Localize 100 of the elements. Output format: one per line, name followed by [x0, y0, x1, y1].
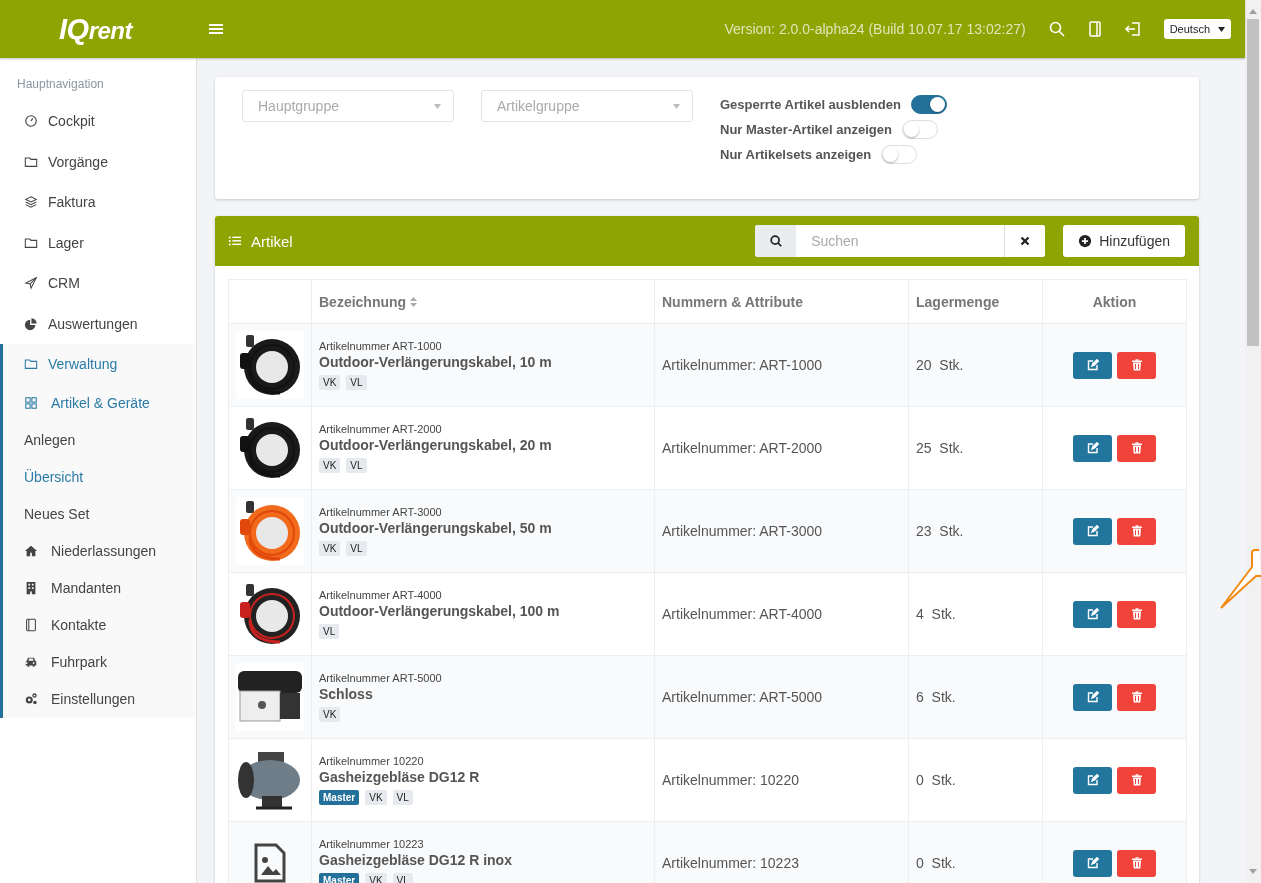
- add-button[interactable]: Hinzufügen: [1063, 225, 1185, 257]
- nav-item[interactable]: Auswertungen: [0, 303, 196, 344]
- nav-item[interactable]: Übersicht: [3, 458, 196, 496]
- edit-button[interactable]: [1073, 351, 1112, 379]
- delete-button[interactable]: [1117, 434, 1156, 462]
- paper-plane-icon: [24, 276, 38, 291]
- edit-icon: [1086, 442, 1099, 454]
- trash-icon: [1130, 691, 1143, 703]
- logout-icon[interactable]: [1123, 20, 1142, 38]
- table-cell: Artikelnummer: 10220: [662, 772, 799, 788]
- toggle-label: Nur Master-Artikel anzeigen: [720, 122, 892, 137]
- trash-icon: [1130, 774, 1143, 786]
- toggle-switch[interactable]: [910, 95, 947, 114]
- article-number: Artikelnummer ART-2000: [319, 423, 443, 435]
- tag: VK: [319, 541, 341, 556]
- article-number: Artikelnummer 10220: [319, 755, 425, 767]
- tag: VK: [319, 707, 341, 722]
- article-number: Artikelnummer 10223: [319, 838, 425, 850]
- folder-icon: [24, 357, 38, 372]
- table-cell: Artikelnummer: ART-5000: [662, 689, 823, 705]
- article-name: Outdoor-Verlängerungskabel, 10 m: [319, 354, 553, 370]
- nav-item[interactable]: Artikel & Geräte: [3, 384, 196, 422]
- nav-item[interactable]: Einstellungen: [3, 680, 196, 718]
- table-cell: 20 Stk.: [916, 357, 964, 373]
- gauge-icon: [24, 114, 38, 129]
- article-name: Outdoor-Verlängerungskabel, 100 m: [319, 603, 561, 619]
- article-name: Schloss: [319, 686, 374, 702]
- tag: VL: [346, 541, 367, 556]
- search-field[interactable]: Suchen: [755, 225, 1046, 257]
- nav-item[interactable]: Vorgänge: [0, 141, 196, 182]
- tag: VL: [346, 375, 367, 390]
- caret-icon: [673, 103, 680, 109]
- building-icon: [24, 581, 38, 595]
- table-cell: Artikelnummer: ART-1000: [662, 357, 823, 373]
- table-cell: 25 Stk.: [916, 440, 964, 456]
- edit-icon: [1086, 691, 1099, 703]
- menu-icon[interactable]: [209, 22, 223, 36]
- table-cell: Artikelnummer: ART-2000: [662, 440, 823, 456]
- nav-item[interactable]: Neues Set: [3, 495, 196, 533]
- nav-item[interactable]: Lager: [0, 222, 196, 263]
- table-cell: Artikelnummer: ART-4000: [662, 606, 823, 622]
- nav-item[interactable]: Mandanten: [3, 569, 196, 607]
- delete-button[interactable]: [1117, 849, 1156, 877]
- edit-button[interactable]: [1073, 766, 1112, 794]
- edit-button[interactable]: [1073, 600, 1112, 628]
- article-name: Outdoor-Verlängerungskabel, 50 m: [319, 520, 553, 536]
- tag: VK: [319, 375, 341, 390]
- tag: VK: [319, 458, 341, 473]
- nav-item[interactable]: Cockpit: [0, 101, 196, 142]
- search-button[interactable]: [755, 225, 797, 257]
- toggle-label: Gesperrte Artikel ausblenden: [720, 97, 901, 112]
- article-number: Artikelnummer ART-3000: [319, 506, 443, 518]
- article-number: Artikelnummer ART-1000: [319, 340, 443, 352]
- table-cell: 6 Stk.: [916, 689, 956, 705]
- edit-icon: [1086, 857, 1099, 869]
- nav-item[interactable]: Anlegen: [3, 421, 196, 459]
- pie-chart-icon: [24, 316, 38, 331]
- tag: Master: [319, 790, 360, 805]
- nav-item[interactable]: Verwaltung: [3, 344, 196, 385]
- edit-button[interactable]: [1073, 434, 1112, 462]
- logo: IQrent: [59, 16, 132, 44]
- grid-icon: [24, 396, 38, 410]
- column-header[interactable]: Bezeichnung: [319, 293, 418, 310]
- delete-button[interactable]: [1117, 600, 1156, 628]
- sort-icon: [410, 296, 418, 307]
- article-name: Outdoor-Verlängerungskabel, 20 m: [319, 437, 553, 453]
- list-icon: [228, 234, 242, 248]
- scrollbar[interactable]: [1245, 0, 1261, 883]
- table-cell: 0 Stk.: [916, 855, 956, 871]
- toggle-label: Nur Artikelsets anzeigen: [720, 147, 872, 162]
- trash-icon: [1130, 442, 1143, 454]
- edit-button[interactable]: [1073, 683, 1112, 711]
- article-name: Gasheizgebläse DG12 R: [319, 769, 481, 785]
- tag: VL: [346, 458, 367, 473]
- nav-item[interactable]: Fuhrpark: [3, 643, 196, 681]
- caret-icon: [434, 103, 441, 109]
- nav-item[interactable]: Niederlassungen: [3, 532, 196, 570]
- plus-circle-icon: [1078, 234, 1093, 248]
- nav-item[interactable]: Kontakte: [3, 606, 196, 644]
- table-cell: 4 Stk.: [916, 606, 956, 622]
- nav-item[interactable]: Faktura: [0, 182, 196, 223]
- edit-button[interactable]: [1073, 849, 1112, 877]
- delete-button[interactable]: [1117, 683, 1156, 711]
- edit-icon: [1086, 774, 1099, 786]
- language-select[interactable]: Deutsch: [1163, 19, 1231, 39]
- layers-icon: [24, 195, 38, 210]
- trash-icon: [1130, 359, 1143, 371]
- delete-button[interactable]: [1117, 351, 1156, 379]
- column-header: Lagermenge: [916, 293, 1000, 310]
- folder-icon: [24, 235, 38, 250]
- search-icon[interactable]: [1047, 20, 1066, 38]
- delete-button[interactable]: [1117, 517, 1156, 545]
- nav-item[interactable]: CRM: [0, 263, 196, 304]
- caret-icon: [1218, 26, 1225, 32]
- article-name: Gasheizgebläse DG12 R inox: [319, 852, 513, 868]
- edit-button[interactable]: [1073, 517, 1112, 545]
- edit-icon: [1086, 608, 1099, 620]
- delete-button[interactable]: [1117, 766, 1156, 794]
- trash-icon: [1130, 608, 1143, 620]
- tag: VL: [392, 790, 413, 805]
